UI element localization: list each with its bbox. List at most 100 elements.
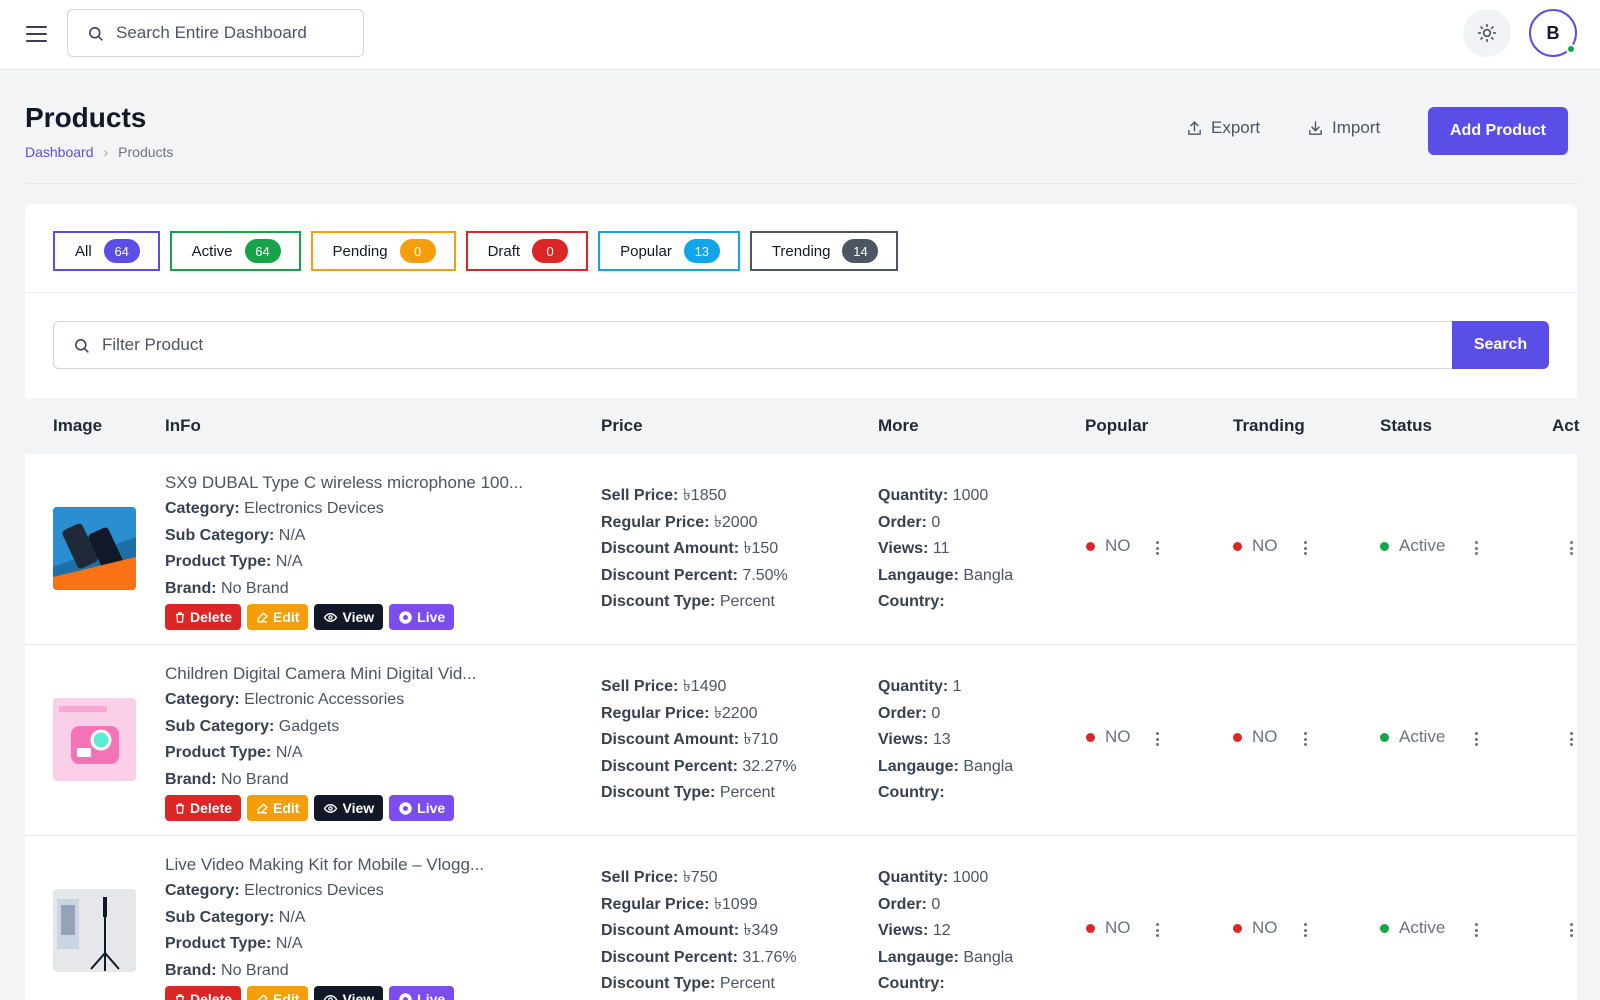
tab-label: Draft xyxy=(487,242,521,260)
country-label: Country: xyxy=(878,593,945,610)
tab-trending[interactable]: Trending 14 xyxy=(749,231,899,271)
live-button[interactable]: Live xyxy=(389,604,455,630)
order-count-label: Order: xyxy=(878,513,927,531)
tab-popular[interactable]: Popular 13 xyxy=(598,231,740,271)
status-dot xyxy=(1086,541,1095,551)
live-eye-icon xyxy=(399,801,412,815)
product-status: Active xyxy=(1380,536,1445,556)
dashboard-search-input[interactable] xyxy=(116,10,356,56)
tab-all[interactable]: All 64 xyxy=(53,231,160,271)
trending-menu-button[interactable] xyxy=(1301,729,1309,749)
discount-percent-value: 7.50% xyxy=(742,566,788,584)
sell-price-label: Sell Price: xyxy=(601,869,679,886)
language: Langauge: Bangla xyxy=(878,945,1013,972)
view-button[interactable]: View xyxy=(314,795,384,821)
discount-percent: Discount Percent: 31.76% xyxy=(601,945,797,972)
popular-menu-button[interactable] xyxy=(1153,538,1161,558)
product-table-body: SX9 DUBAL Type C wireless microphone 100… xyxy=(25,454,1577,1000)
tab-label: Trending xyxy=(771,242,831,260)
export-button[interactable]: Export xyxy=(1186,118,1260,138)
live-button[interactable]: Live xyxy=(389,795,455,821)
edit-button[interactable]: Edit xyxy=(247,795,309,821)
language-value: Bangla xyxy=(963,757,1014,775)
discount-amount: Discount Amount: ৳710 xyxy=(601,727,797,754)
download-icon xyxy=(1309,120,1322,135)
table-header: Image InFo Price More Popular Tranding S… xyxy=(25,398,1579,454)
row-action-menu-button[interactable] xyxy=(1567,920,1575,940)
add-product-button[interactable]: Add Product xyxy=(1428,107,1568,155)
delete-label: Delete xyxy=(190,609,233,625)
theme-toggle-button[interactable] xyxy=(1463,9,1511,57)
import-button[interactable]: Import xyxy=(1307,118,1380,138)
search-button[interactable]: Search xyxy=(1452,321,1549,369)
edit-label: Edit xyxy=(273,800,300,816)
product-type-value: N/A xyxy=(275,744,303,761)
column-header-info: InFo xyxy=(165,416,201,435)
delete-button[interactable]: Delete xyxy=(165,795,242,821)
column-header-popular: Popular xyxy=(1085,416,1149,435)
column-header-price: Price xyxy=(601,416,643,435)
country: Country: xyxy=(878,589,1013,616)
filter-product-input[interactable] xyxy=(102,322,1432,368)
discount-percent-label: Discount Percent: xyxy=(601,566,738,584)
popular-menu-button[interactable] xyxy=(1153,920,1161,940)
user-avatar[interactable]: B xyxy=(1529,9,1577,57)
status-menu-button[interactable] xyxy=(1472,920,1480,940)
menu-icon[interactable] xyxy=(26,26,47,43)
trending-value: NO xyxy=(1252,727,1278,746)
discount-amount: Discount Amount: ৳150 xyxy=(601,536,788,563)
product-category: Category: Electronics Devices xyxy=(165,878,565,905)
status-menu-button[interactable] xyxy=(1472,729,1480,749)
product-name[interactable]: Children Digital Camera Mini Digital Vid… xyxy=(165,661,565,687)
tab-active[interactable]: Active 64 xyxy=(169,231,301,271)
product-category-label: Category: xyxy=(165,691,240,708)
view-button[interactable]: View xyxy=(314,604,384,630)
popular-status: NO xyxy=(1086,918,1131,938)
product-type: Product Type: N/A xyxy=(165,740,565,767)
trending-menu-button[interactable] xyxy=(1301,920,1309,940)
popular-value: NO xyxy=(1105,727,1131,746)
view-button[interactable]: View xyxy=(314,986,384,1000)
row-action-menu-button[interactable] xyxy=(1567,538,1575,558)
status-dot xyxy=(1380,732,1389,742)
view-label: View xyxy=(342,800,375,816)
column-header-trending: Tranding xyxy=(1233,416,1305,435)
status-dot xyxy=(1380,541,1389,551)
tab-pending[interactable]: Pending 0 xyxy=(310,231,456,271)
filter-product-field[interactable] xyxy=(53,321,1453,369)
live-label: Live xyxy=(417,991,446,1000)
product-name[interactable]: Live Video Making Kit for Mobile – Vlogg… xyxy=(165,852,565,878)
tab-draft[interactable]: Draft 0 xyxy=(465,231,589,271)
trending-status: NO xyxy=(1233,918,1278,938)
eye-icon xyxy=(324,803,338,813)
import-label: Import xyxy=(1332,118,1381,137)
live-eye-icon xyxy=(399,610,412,624)
tab-count-badge: 13 xyxy=(683,239,720,263)
status-dot xyxy=(1233,541,1242,551)
edit-button[interactable]: Edit xyxy=(247,604,309,630)
trending-menu-button[interactable] xyxy=(1301,538,1309,558)
discount-amount-value: ৳150 xyxy=(743,540,779,557)
row-actions: Delete Edit View Live xyxy=(165,604,565,630)
delete-button[interactable]: Delete xyxy=(165,986,242,1000)
edit-button[interactable]: Edit xyxy=(247,986,309,1000)
popular-menu-button[interactable] xyxy=(1153,729,1161,749)
edit-icon xyxy=(257,993,268,1000)
trending-value: NO xyxy=(1252,536,1278,555)
breadcrumb-dashboard-link[interactable]: Dashboard xyxy=(25,144,94,160)
product-type: Product Type: N/A xyxy=(165,549,565,576)
status-value: Active xyxy=(1399,727,1446,746)
live-button[interactable]: Live xyxy=(389,986,455,1000)
delete-button[interactable]: Delete xyxy=(165,604,242,630)
dashboard-search[interactable] xyxy=(67,9,364,57)
product-sub-category-value: Gadgets xyxy=(278,717,340,735)
regular-price-label: Regular Price: xyxy=(601,895,710,913)
product-category-label: Category: xyxy=(165,882,240,899)
discount-amount: Discount Amount: ৳349 xyxy=(601,918,797,945)
discount-type-label: Discount Type: xyxy=(601,593,716,610)
status-menu-button[interactable] xyxy=(1472,538,1480,558)
table-row: Live Video Making Kit for Mobile – Vlogg… xyxy=(25,836,1577,1000)
row-action-menu-button[interactable] xyxy=(1567,729,1575,749)
product-name[interactable]: SX9 DUBAL Type C wireless microphone 100… xyxy=(165,470,565,496)
discount-type: Discount Type: Percent xyxy=(601,780,797,807)
